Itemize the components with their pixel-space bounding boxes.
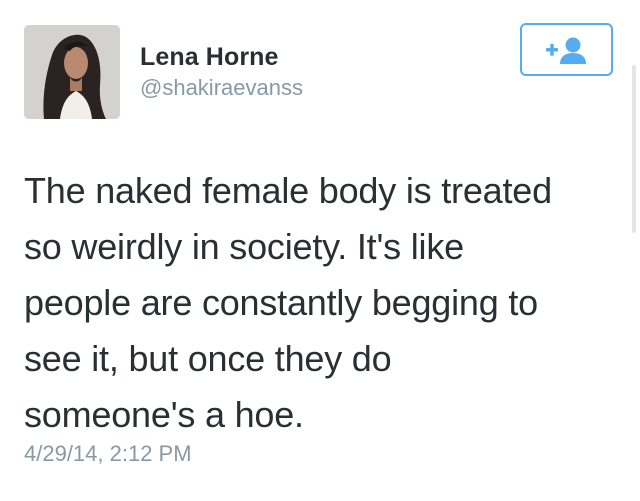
tweet-timestamp[interactable]: 4/29/14, 2:12 PM	[24, 440, 192, 468]
follow-button[interactable]	[520, 23, 613, 76]
add-user-icon	[546, 37, 586, 64]
tweet-text: The naked female body is treated so weir…	[24, 170, 552, 435]
user-handle[interactable]: @shakiraevanss	[140, 75, 303, 101]
scrollbar[interactable]	[632, 65, 636, 233]
display-name[interactable]: Lena Horne	[140, 43, 279, 71]
tweet-card: Lena Horne @shakiraevanss The naked fema…	[0, 0, 640, 501]
avatar[interactable]	[24, 25, 120, 119]
profile-photo-icon	[24, 25, 120, 119]
